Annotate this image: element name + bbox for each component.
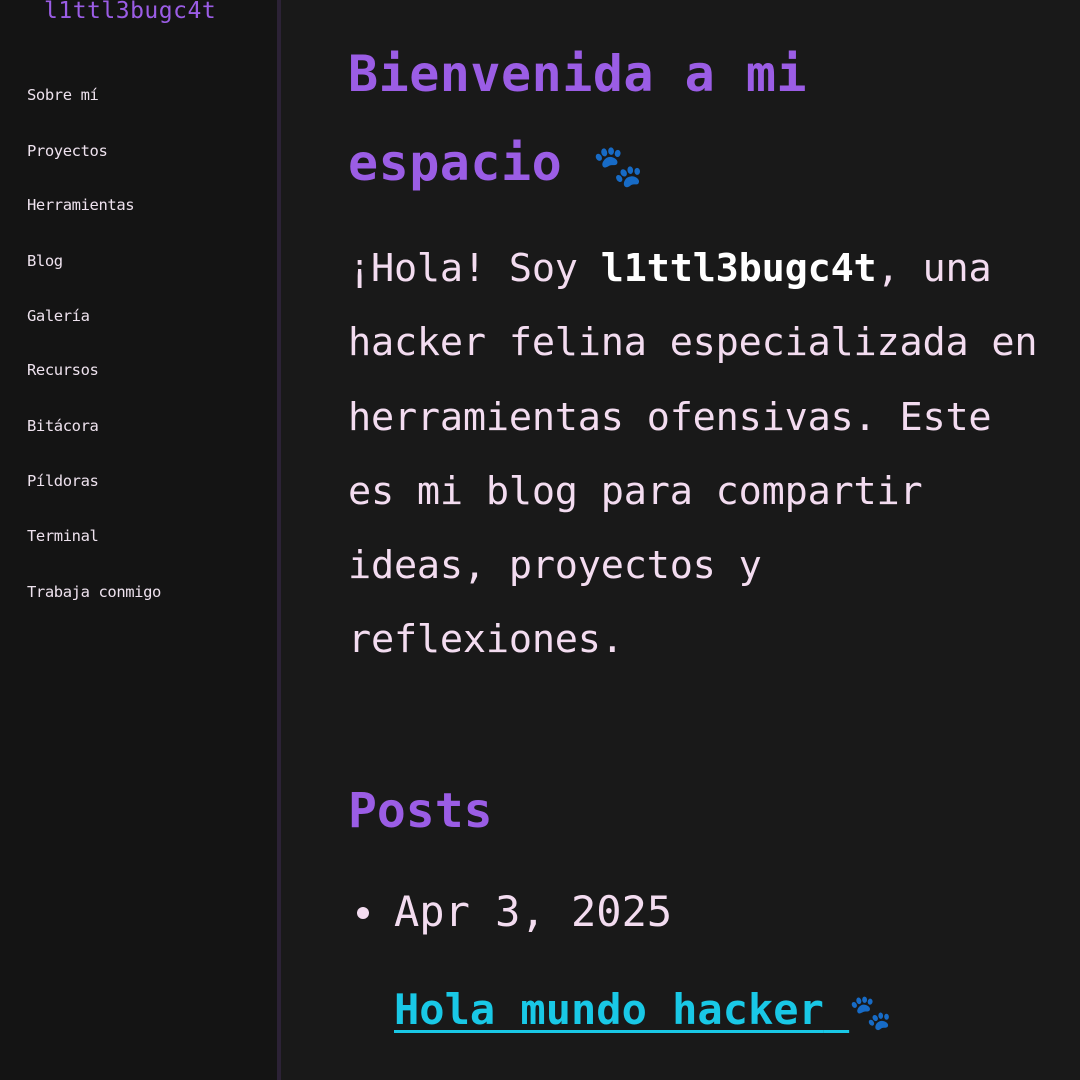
post-link[interactable]: Hola mundo hacker 🐾 (394, 980, 892, 1043)
paw-prints-icon: 🐾 (592, 142, 645, 190)
post-title: Hola mundo hacker (394, 985, 824, 1034)
sidebar-item-pildoras[interactable]: Píldoras (27, 472, 99, 490)
bullet-icon (357, 907, 369, 919)
paw-prints-icon: 🐾 (849, 993, 893, 1033)
intro-paragraph: ¡Hola! Soy l1ttl3bugc4t, una hacker feli… (348, 232, 1048, 678)
sidebar: l1ttl3bugc4t Sobre mí Proyectos Herramie… (0, 0, 281, 1080)
site-title[interactable]: l1ttl3bugc4t (44, 0, 216, 24)
sidebar-item-trabaja-conmigo[interactable]: Trabaja conmigo (27, 583, 161, 601)
sidebar-item-galeria[interactable]: Galería (27, 307, 90, 325)
page: l1ttl3bugc4t Sobre mí Proyectos Herramie… (0, 0, 1080, 1080)
post-date: Apr 3, 2025 (394, 887, 673, 936)
intro-greeting: ¡Hola! Soy (348, 246, 601, 291)
sidebar-item-terminal[interactable]: Terminal (27, 527, 99, 545)
page-title-text: Bienvenida a mi espacio (348, 45, 808, 192)
intro-name: l1ttl3bugc4t (600, 246, 877, 291)
sidebar-item-herramientas[interactable]: Herramientas (27, 196, 135, 214)
page-title: Bienvenida a mi espacio 🐾 (348, 30, 1048, 211)
sidebar-item-blog[interactable]: Blog (27, 252, 63, 270)
intro-description: , una hacker felina especializada en her… (348, 246, 1038, 663)
posts-heading: Posts (348, 783, 493, 839)
sidebar-item-recursos[interactable]: Recursos (27, 361, 99, 379)
sidebar-item-sobre-mi[interactable]: Sobre mí (27, 86, 99, 104)
sidebar-item-bitacora[interactable]: Bitácora (27, 417, 99, 435)
sidebar-item-proyectos[interactable]: Proyectos (27, 142, 108, 160)
